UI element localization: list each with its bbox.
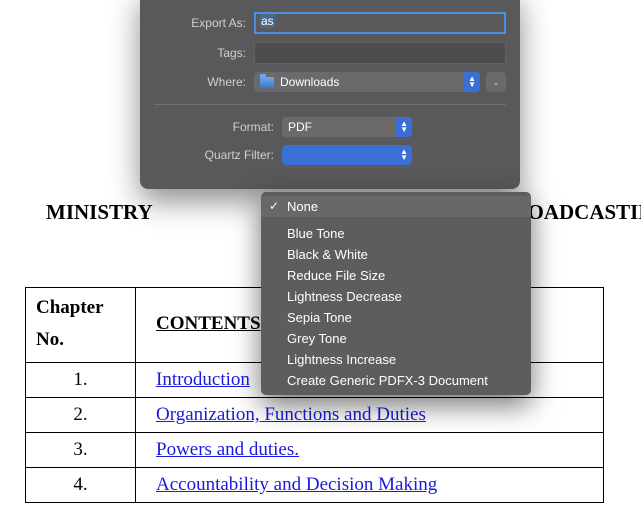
row-number: 1. <box>26 363 136 398</box>
quartz-filter-menu: ✓ None Blue Tone Black & White Reduce Fi… <box>261 192 531 395</box>
menu-item-label: Reduce File Size <box>287 268 385 283</box>
chevron-down-icon: ⌄ <box>492 77 500 88</box>
where-popup[interactable]: Downloads ▲▼ <box>254 72 480 92</box>
row-number: 4. <box>26 468 136 503</box>
menu-item-reduce-file-size[interactable]: Reduce File Size <box>261 265 531 286</box>
menu-item-black-white[interactable]: Black & White <box>261 244 531 265</box>
where-value: Downloads <box>280 75 339 89</box>
updown-arrows-icon: ▲▼ <box>400 149 408 161</box>
format-label: Format: <box>154 120 282 134</box>
menu-item-sepia-tone[interactable]: Sepia Tone <box>261 307 531 328</box>
table-row: 3. Powers and duties. <box>26 433 604 468</box>
menu-item-label: Create Generic PDFX-3 Document <box>287 373 488 388</box>
menu-item-grey-tone[interactable]: Grey Tone <box>261 328 531 349</box>
tags-label: Tags: <box>154 46 254 60</box>
menu-item-lightness-decrease[interactable]: Lightness Decrease <box>261 286 531 307</box>
quartz-filter-label: Quartz Filter: <box>154 148 282 162</box>
table-row: 4. Accountability and Decision Making <box>26 468 604 503</box>
menu-item-label: Lightness Decrease <box>287 289 402 304</box>
menu-item-label: Sepia Tone <box>287 310 352 325</box>
checkmark-icon: ✓ <box>269 199 279 213</box>
chapter-link[interactable]: Introduction <box>156 369 250 390</box>
export-as-label: Export As: <box>154 16 254 30</box>
export-as-input[interactable]: as <box>254 12 506 34</box>
column-header-chapter-no: Chapter No. <box>26 287 136 363</box>
table-row: 2. Organization, Functions and Duties <box>26 398 604 433</box>
quartz-filter-popup[interactable]: ▲▼ <box>282 145 412 165</box>
folder-icon <box>260 77 274 88</box>
export-sheet: Export As: as Tags: Where: Downloads ▲▼ … <box>140 0 520 189</box>
menu-item-label: Blue Tone <box>287 226 345 241</box>
divider <box>154 104 506 105</box>
updown-arrows-icon: ▲▼ <box>400 121 408 133</box>
menu-item-none[interactable]: ✓ None <box>261 196 531 217</box>
chapter-link[interactable]: Organization, Functions and Duties <box>156 404 426 425</box>
menu-item-label: Grey Tone <box>287 331 347 346</box>
menu-item-lightness-increase[interactable]: Lightness Increase <box>261 349 531 370</box>
where-label: Where: <box>154 75 254 89</box>
menu-item-create-pdfx3[interactable]: Create Generic PDFX-3 Document <box>261 370 531 391</box>
export-as-value: as <box>260 14 275 28</box>
chapter-link[interactable]: Accountability and Decision Making <box>156 474 437 495</box>
expand-button[interactable]: ⌄ <box>486 72 506 92</box>
row-link-cell: Powers and duties. <box>136 433 604 468</box>
menu-item-label: None <box>287 199 318 214</box>
row-link-cell: Organization, Functions and Duties <box>136 398 604 433</box>
format-popup[interactable]: PDF ▲▼ <box>282 117 412 137</box>
row-number: 2. <box>26 398 136 433</box>
format-value: PDF <box>288 120 312 134</box>
row-number: 3. <box>26 433 136 468</box>
menu-item-label: Black & White <box>287 247 368 262</box>
tags-input[interactable] <box>254 42 506 64</box>
menu-item-blue-tone[interactable]: Blue Tone <box>261 223 531 244</box>
updown-arrows-icon: ▲▼ <box>468 76 476 88</box>
chapter-link[interactable]: Powers and duties. <box>156 439 299 460</box>
row-link-cell: Accountability and Decision Making <box>136 468 604 503</box>
menu-item-label: Lightness Increase <box>287 352 396 367</box>
